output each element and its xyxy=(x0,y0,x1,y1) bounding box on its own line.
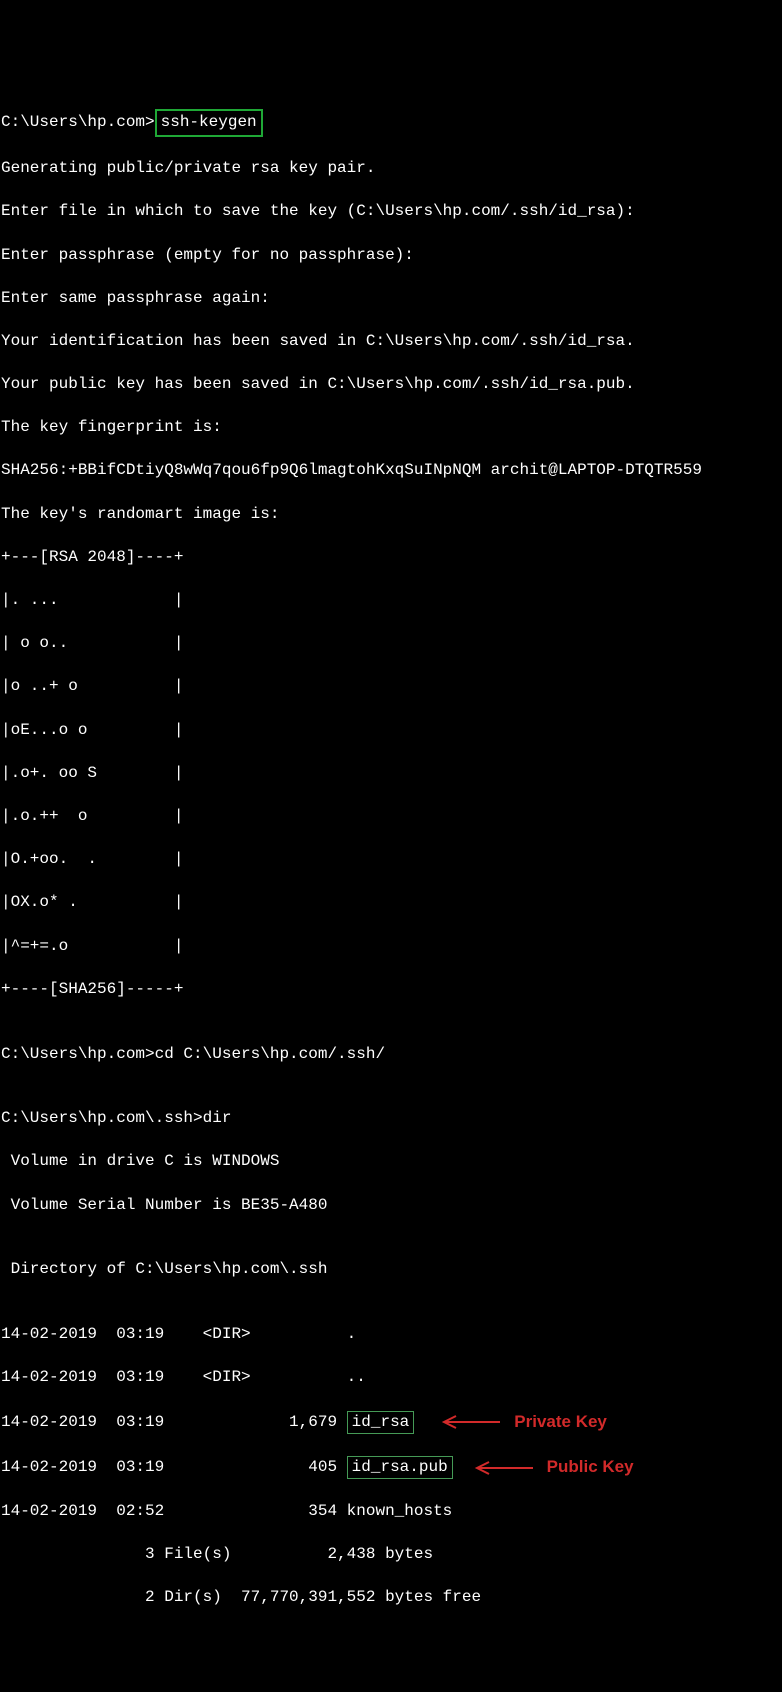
randomart-line: |^=+=.o | xyxy=(1,936,782,958)
dir-summary: 2 Dir(s) 77,770,391,552 bytes free xyxy=(1,1587,782,1609)
output-line: Enter passphrase (empty for no passphras… xyxy=(1,245,782,267)
dir-entry: 14-02-2019 03:19 <DIR> .. xyxy=(1,1367,782,1389)
randomart-line: |o ..+ o | xyxy=(1,676,782,698)
randomart-line: +---[RSA 2048]----+ xyxy=(1,547,782,569)
terminal-window[interactable]: C:\Users\hp.com>ssh-keygen Generating pu… xyxy=(0,86,782,1630)
output-line: The key fingerprint is: xyxy=(1,417,782,439)
output-line: Generating public/private rsa key pair. xyxy=(1,158,782,180)
randomart-line: | o o.. | xyxy=(1,633,782,655)
file-highlight-public: id_rsa.pub xyxy=(347,1456,453,1480)
output-line: Volume in drive C is WINDOWS xyxy=(1,1151,782,1173)
dir-entry: 14-02-2019 02:52 354 known_hosts xyxy=(1,1501,782,1523)
annotation-private-key: Private Key xyxy=(514,1411,607,1434)
randomart-line: +----[SHA256]-----+ xyxy=(1,979,782,1001)
randomart-line: |OX.o* . | xyxy=(1,892,782,914)
prompt-prefix: C:\Users\hp.com> xyxy=(1,113,155,131)
dir-summary: 3 File(s) 2,438 bytes xyxy=(1,1544,782,1566)
output-line: Enter same passphrase again: xyxy=(1,288,782,310)
output-line: SHA256:+BBifCDtiyQ8wWq7qou6fp9Q6lmagtohK… xyxy=(1,460,782,482)
randomart-line: |.o+. oo S | xyxy=(1,763,782,785)
annotation-public-key: Public Key xyxy=(547,1456,634,1479)
arrow-left-icon xyxy=(471,1460,533,1476)
randomart-line: |.o.++ o | xyxy=(1,806,782,828)
dir-entry: 14-02-2019 03:19 <DIR> . xyxy=(1,1324,782,1346)
arrow-left-icon xyxy=(438,1414,500,1430)
output-line: Your public key has been saved in C:\Use… xyxy=(1,374,782,396)
output-line: Directory of C:\Users\hp.com\.ssh xyxy=(1,1259,782,1281)
output-line: Your identification has been saved in C:… xyxy=(1,331,782,353)
output-line: Volume Serial Number is BE35-A480 xyxy=(1,1195,782,1217)
dir-entry-text: 14-02-2019 03:19 405 xyxy=(1,1457,347,1479)
output-line: The key's randomart image is: xyxy=(1,504,782,526)
dir-entry-private-key: 14-02-2019 03:19 1,679 id_rsa Private Key xyxy=(1,1411,782,1435)
highlighted-command: ssh-keygen xyxy=(155,109,263,137)
prompt-line: C:\Users\hp.com>cd C:\Users\hp.com/.ssh/ xyxy=(1,1044,782,1066)
randomart-line: |O.+oo. . | xyxy=(1,849,782,871)
dir-entry-public-key: 14-02-2019 03:19 405 id_rsa.pub Public Ke… xyxy=(1,1456,782,1480)
output-line: Enter file in which to save the key (C:\… xyxy=(1,201,782,223)
prompt-line: C:\Users\hp.com\.ssh>dir xyxy=(1,1108,782,1130)
dir-entry-text: 14-02-2019 03:19 1,679 xyxy=(1,1412,347,1434)
file-highlight-private: id_rsa xyxy=(347,1411,415,1435)
randomart-line: |. ... | xyxy=(1,590,782,612)
prompt-line: C:\Users\hp.com>ssh-keygen xyxy=(1,109,782,137)
randomart-line: |oE...o o | xyxy=(1,720,782,742)
